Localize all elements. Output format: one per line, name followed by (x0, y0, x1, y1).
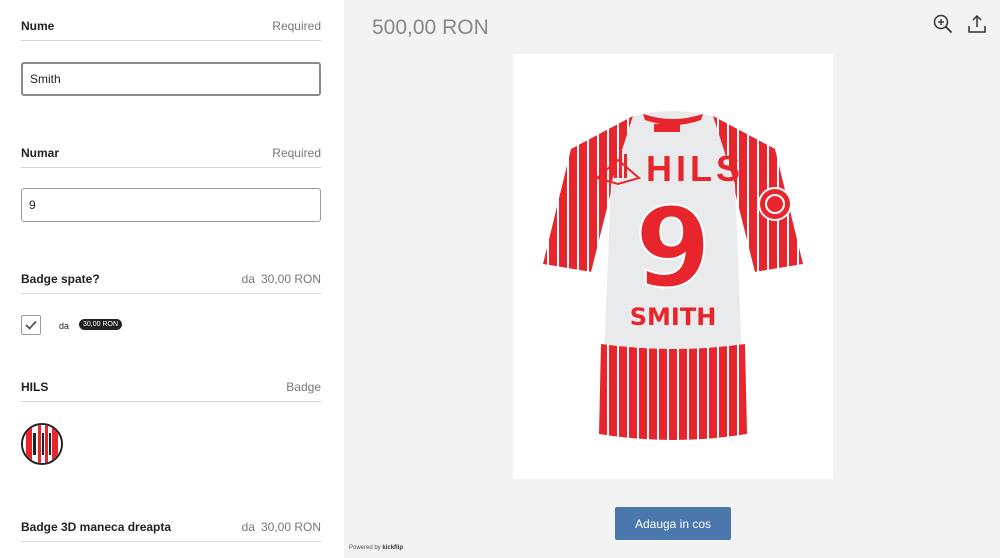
kickflip-brand: kickflip (382, 545, 404, 551)
powered-by-footer[interactable]: Powered by kickflip (349, 545, 403, 551)
jersey-preview[interactable]: HILS 9 SMITH (513, 54, 833, 479)
badge-spate-price-note: da 30,00 RON (242, 272, 321, 286)
badge-maneca-price-note: da 30,00 RON (242, 520, 321, 534)
shirt-name: SMITH (630, 303, 717, 331)
badge-spate-option-label: da (59, 321, 70, 331)
badge-spate-note-price: 30,00 RON (260, 272, 321, 286)
zoom-in-button[interactable] (933, 14, 953, 34)
checkmark-icon (25, 320, 37, 330)
numar-label: Numar (21, 146, 60, 160)
nume-label: Nume (21, 19, 55, 33)
sponsor-text: HILS (646, 148, 744, 189)
share-upload-icon (968, 14, 986, 33)
hils-label: HILS (21, 380, 49, 394)
badge-spate-section-header: Badge spate? da 30,00 RON (21, 272, 321, 294)
badge-spate-note-option: da (241, 272, 255, 286)
share-button[interactable] (967, 14, 987, 34)
hils-section-header: HILS Badge (21, 380, 321, 402)
zoom-in-icon (933, 14, 953, 34)
shirt-number: 9 (635, 184, 712, 312)
customization-panel: Nume Required Numar Required Badge spate… (0, 0, 344, 558)
badge-maneca-note-option: da (241, 520, 255, 534)
hils-badge-icon (23, 425, 61, 463)
numar-input[interactable] (21, 188, 321, 222)
jersey-back-image: HILS 9 SMITH (542, 111, 804, 440)
hils-badge-swatch[interactable] (21, 423, 63, 465)
badge-maneca-section-header: Badge 3D maneca dreapta da 30,00 RON (21, 520, 321, 542)
nume-input[interactable] (21, 62, 321, 96)
hils-badge-note: Badge (286, 380, 321, 394)
badge-spate-checkbox[interactable] (21, 315, 41, 335)
powered-by-label: Powered by (349, 545, 381, 551)
total-price: 500,00 RON (372, 16, 489, 39)
numar-section-header: Numar Required (21, 146, 321, 168)
sleeve-badge-icon (758, 187, 792, 221)
badge-spate-price-pill: 30,00 RON (79, 319, 123, 330)
nume-required-note: Required (272, 19, 321, 33)
product-preview-area: 500,00 RON HILS 9 SMITH Adauga in cos Po… (344, 0, 1000, 558)
badge-maneca-note-price: 30,00 RON (260, 520, 321, 534)
numar-required-note: Required (272, 146, 321, 160)
nume-section-header: Nume Required (21, 19, 321, 41)
badge-maneca-label: Badge 3D maneca dreapta (21, 520, 172, 534)
badge-spate-label: Badge spate? (21, 272, 100, 286)
add-to-cart-button[interactable]: Adauga in cos (615, 507, 731, 540)
